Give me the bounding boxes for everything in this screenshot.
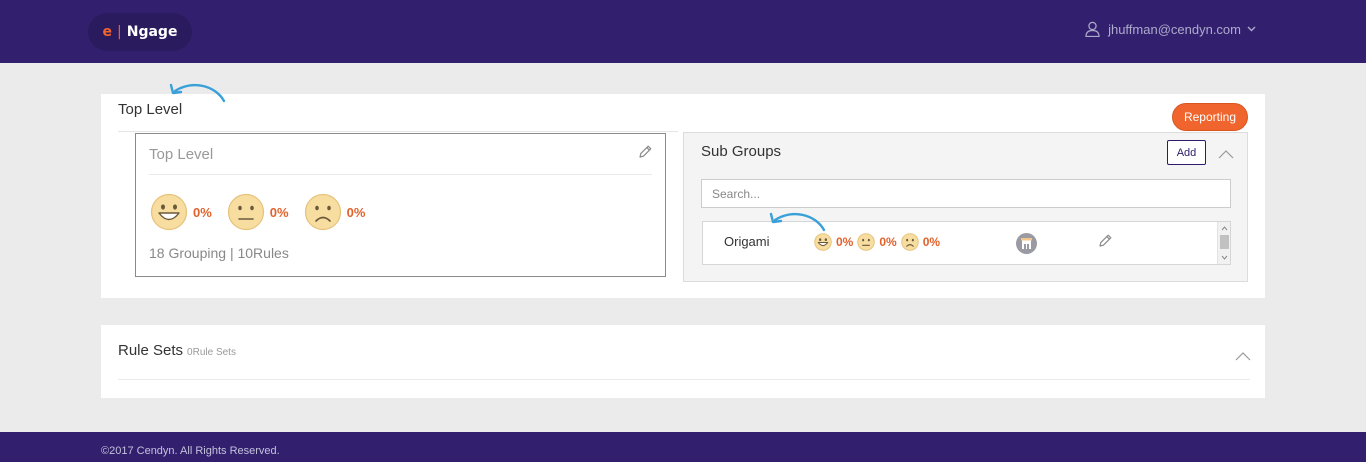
user-email: jhuffman@cendyn.com: [1108, 21, 1241, 37]
sentiment-sad: 0%: [304, 193, 366, 231]
chevron-down-icon: [1247, 26, 1256, 32]
divider: [149, 174, 652, 175]
pencil-edit-icon[interactable]: [1097, 233, 1113, 249]
chevron-up-icon[interactable]: [1218, 149, 1234, 159]
top-level-panel: Top Level Reporting Top Level 0% 0% 0% 1…: [101, 83, 1265, 298]
logo-separator: |: [117, 24, 122, 40]
app-logo[interactable]: e | Ngage: [88, 13, 192, 51]
copyright-text: ©2017 Cendyn. All Rights Reserved.: [101, 445, 280, 457]
divider: [118, 131, 678, 132]
sub-groups-panel: Sub Groups Add Origami 0%: [683, 132, 1248, 282]
sub-groups-title: Sub Groups: [701, 143, 782, 160]
pencil-edit-icon[interactable]: [637, 144, 653, 160]
top-level-card: Top Level 0% 0% 0% 18 Grouping | 10Rules: [135, 133, 666, 277]
sentiment-happy-value: 0%: [193, 204, 212, 220]
top-navbar: e | Ngage jhuffman@cendyn.com: [0, 0, 1366, 63]
group-avatar-icon[interactable]: [1016, 233, 1037, 254]
chevron-up-icon[interactable]: [1235, 351, 1251, 361]
sentiment-neutral-value: 0%: [269, 204, 289, 220]
rule-sets-count: 0Rule Sets: [187, 347, 236, 358]
sentiment-neutral: 0%: [227, 193, 289, 231]
logo-e: e: [102, 24, 113, 40]
scroll-up-arrow-icon[interactable]: [1220, 224, 1229, 233]
scroll-thumb[interactable]: [1220, 235, 1229, 249]
sad-face-icon: [900, 233, 919, 251]
logo-name: Ngage: [126, 24, 178, 40]
reporting-button[interactable]: Reporting: [1171, 103, 1248, 131]
sentiment-summary: 0% 0% 0%: [150, 193, 380, 231]
card-title: Top Level: [149, 146, 214, 163]
divider: [118, 379, 1250, 380]
sub-group-name: Origami: [724, 234, 770, 249]
row-sentiment-happy: 0%: [814, 233, 853, 251]
neutral-face-icon: [227, 193, 264, 231]
rule-sets-heading: Rule Sets 0Rule Sets: [118, 342, 236, 359]
row-sentiment-neutral-value: 0%: [879, 235, 897, 249]
happy-face-icon: [150, 193, 188, 231]
user-menu[interactable]: jhuffman@cendyn.com: [1085, 21, 1256, 37]
pointer-arrow-icon: [169, 83, 226, 103]
building-icon: [1021, 238, 1032, 249]
rule-sets-title: Rule Sets: [118, 342, 184, 359]
sad-face-icon: [304, 193, 341, 231]
user-icon: [1085, 21, 1100, 37]
add-sub-group-button[interactable]: Add: [1167, 140, 1206, 165]
row-sentiment-sad-value: 0%: [922, 235, 941, 249]
rule-sets-panel: Rule Sets 0Rule Sets: [101, 325, 1265, 398]
row-sentiment-neutral: 0%: [857, 233, 897, 251]
sub-group-search-input[interactable]: [701, 179, 1231, 208]
row-sentiment-happy-value: 0%: [836, 235, 854, 249]
sentiment-happy: 0%: [150, 193, 212, 231]
footer: ©2017 Cendyn. All Rights Reserved.: [0, 432, 1366, 462]
happy-face-icon: [814, 233, 832, 251]
scroll-down-arrow-icon[interactable]: [1220, 253, 1229, 262]
sentiment-sad-value: 0%: [346, 204, 366, 220]
row-sentiment-sad: 0%: [900, 233, 941, 251]
neutral-face-icon: [857, 233, 876, 251]
card-stats: 18 Grouping | 10Rules: [149, 245, 289, 261]
row-sentiments: 0% 0% 0%: [814, 233, 944, 251]
sub-group-list: Origami 0% 0% 0%: [702, 212, 1231, 265]
pointer-arrow-icon: [769, 212, 826, 232]
list-scrollbar[interactable]: [1217, 222, 1230, 264]
